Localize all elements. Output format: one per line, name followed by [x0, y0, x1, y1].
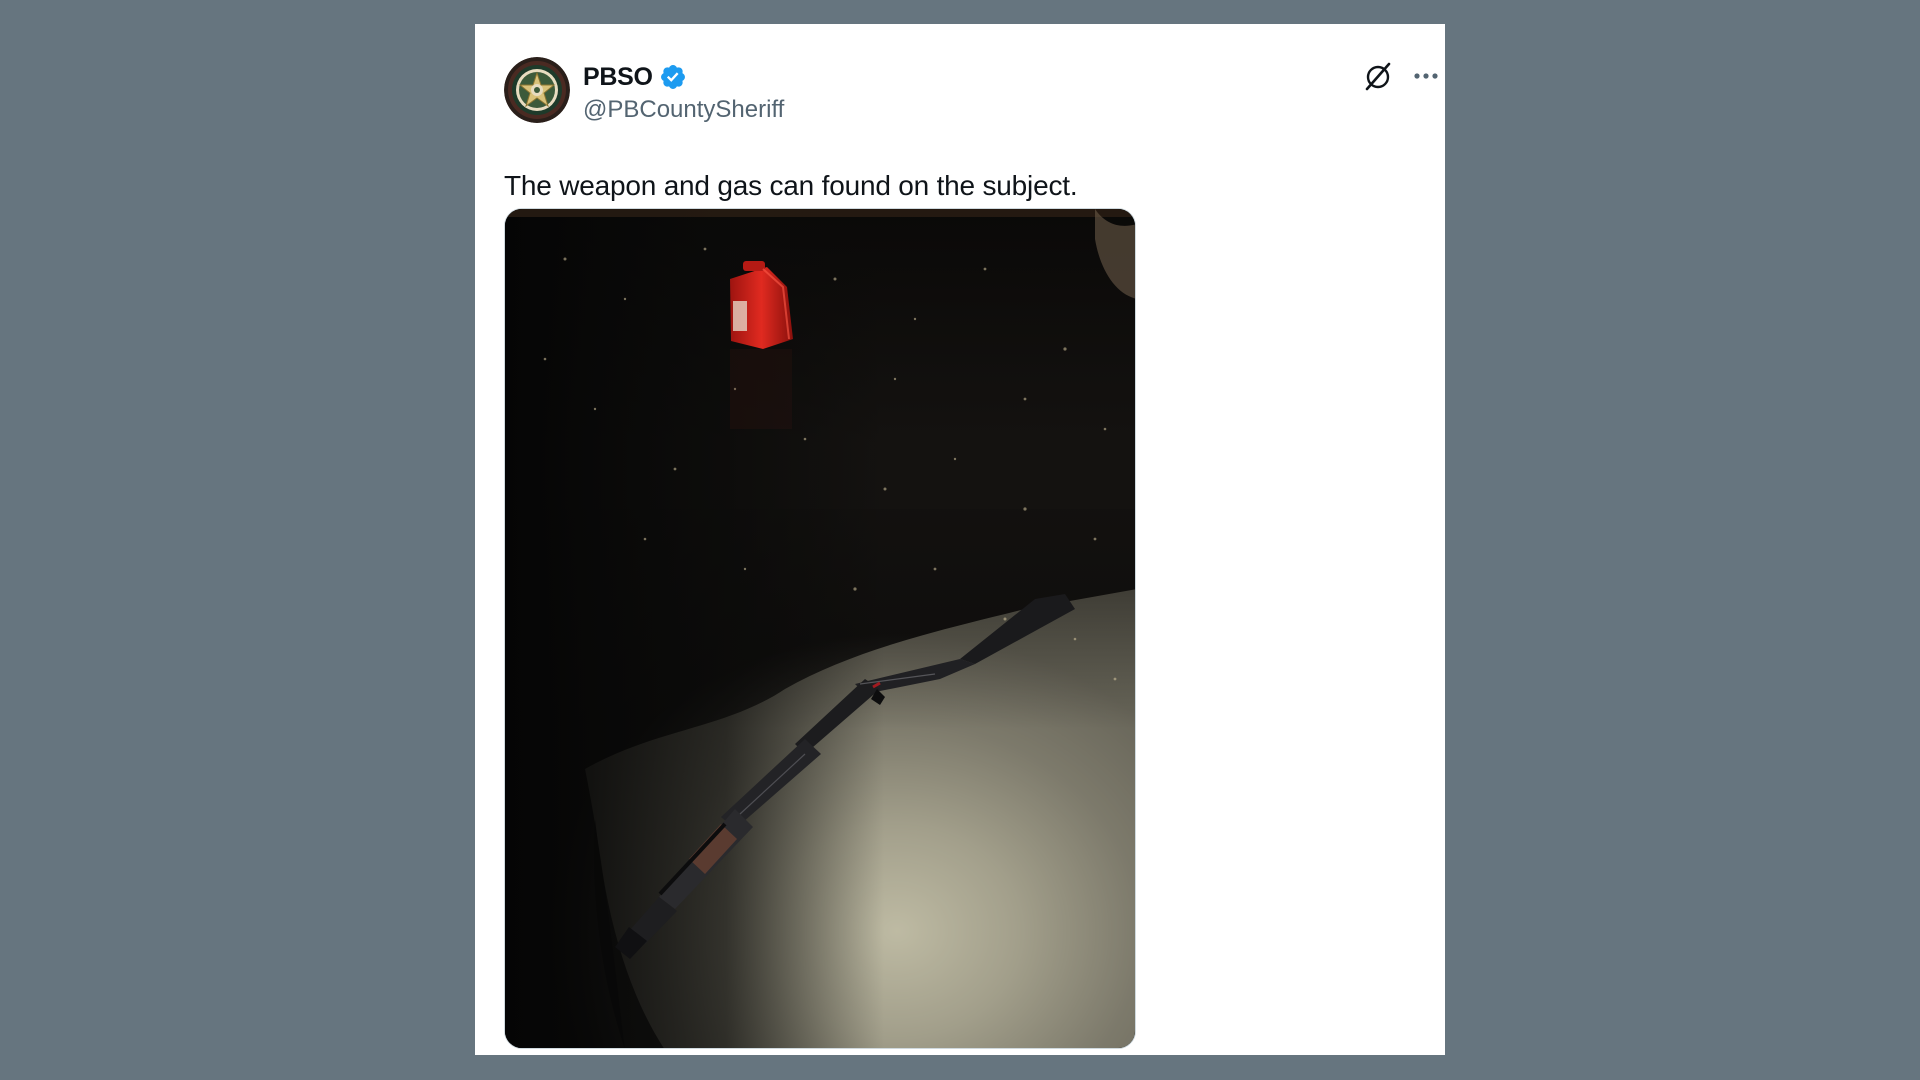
more-horizontal-icon [1414, 73, 1438, 79]
grok-button[interactable] [1360, 58, 1396, 94]
more-button[interactable] [1408, 58, 1444, 94]
photo-shotgun-and-gas-can [505, 209, 1135, 1048]
author-name-row: PBSO [583, 60, 687, 94]
grok-icon [1365, 62, 1391, 91]
display-name[interactable]: PBSO [583, 63, 653, 92]
verified-badge-icon [659, 63, 687, 91]
sheriff-badge-icon [504, 57, 570, 123]
author-handle[interactable]: @PBCountySheriff [583, 96, 784, 124]
tweet-photo[interactable] [504, 208, 1136, 1049]
tweet-card: PBSO @PBCountySheriff The weapon and gas… [475, 24, 1445, 1055]
avatar[interactable] [504, 57, 570, 123]
tweet-text: The weapon and gas can found on the subj… [504, 170, 1078, 201]
